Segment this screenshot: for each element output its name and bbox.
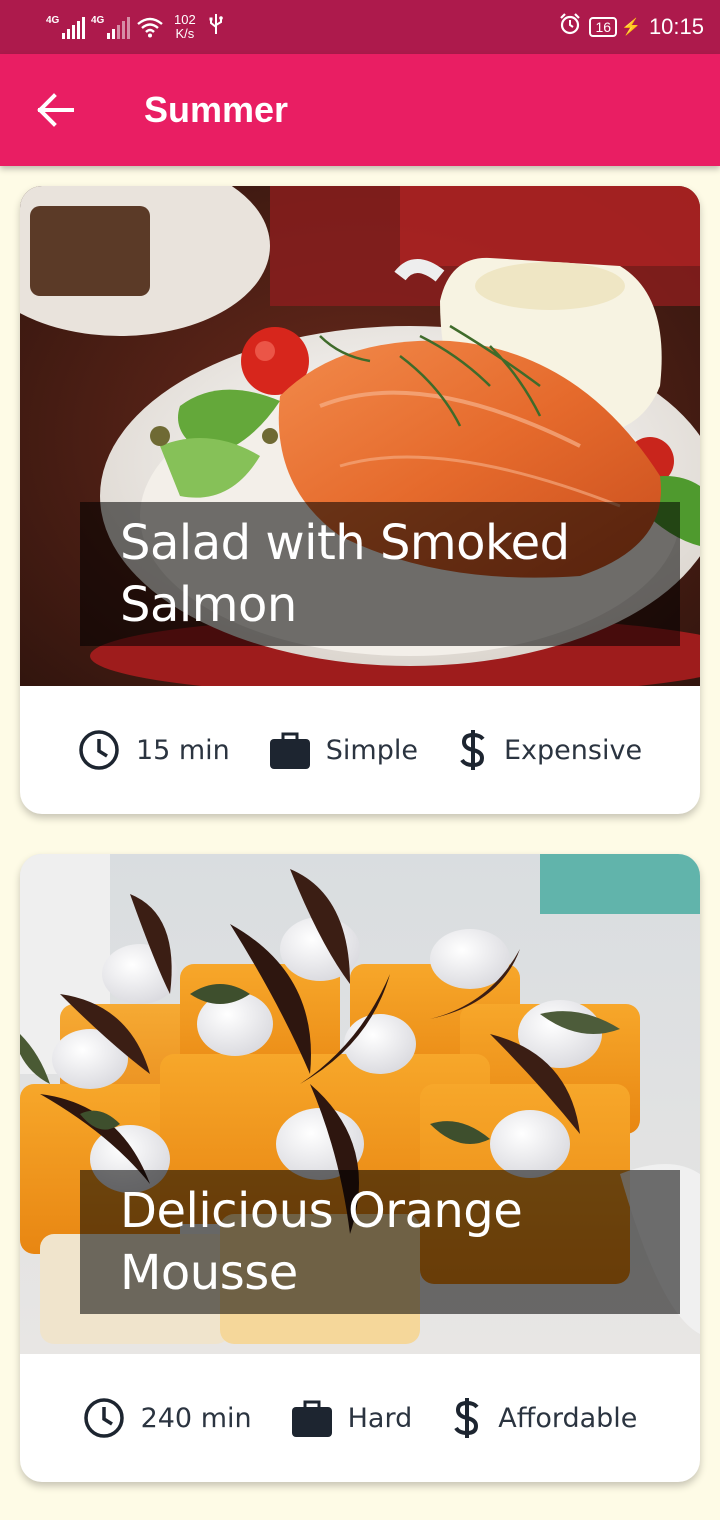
arrow-left-icon: [37, 93, 74, 127]
signal-icon-2: 4G: [91, 15, 130, 39]
duration-label: 15 min: [135, 734, 230, 766]
network-speed: 102 K/s: [174, 13, 196, 41]
recipe-title: Delicious Orange Mousse: [120, 1183, 523, 1301]
network-type-1: 4G: [46, 15, 60, 26]
alarm-icon: [559, 13, 581, 41]
speed-unit: K/s: [175, 26, 195, 41]
complexity-item: Simple: [269, 731, 418, 769]
dollar-icon: [460, 730, 485, 770]
clock-icon: [83, 1398, 124, 1438]
recipe-image-salmon-salad: Salad with Smoked Salmon: [20, 186, 700, 686]
complexity-label: Hard: [347, 1402, 413, 1434]
app-bar: Summer: [0, 54, 720, 166]
speed-value: 102: [174, 12, 196, 27]
briefcase-icon: [291, 1400, 332, 1437]
briefcase-icon: [269, 732, 310, 769]
back-button[interactable]: [32, 88, 80, 132]
recipe-card[interactable]: Salad with Smoked Salmon 15 min Simple E…: [20, 186, 700, 814]
clock-time: 10:15: [648, 14, 704, 39]
recipe-card[interactable]: Delicious Orange Mousse 240 min Hard Aff…: [20, 854, 700, 1482]
battery-icon: 16: [589, 17, 618, 37]
complexity-item: Hard: [291, 1399, 413, 1437]
duration-item: 15 min: [78, 729, 230, 771]
affordability-label: Expensive: [504, 734, 643, 766]
affordability-item: Expensive: [458, 729, 642, 771]
affordability-item: Affordable: [452, 1397, 637, 1439]
status-bar: 4G 4G 102 K/s 16 ⚡ 10:15: [0, 0, 720, 54]
affordability-label: Affordable: [498, 1402, 638, 1434]
status-left: 4G 4G 102 K/s: [46, 10, 224, 44]
complexity-label: Simple: [325, 734, 418, 766]
recipe-title-overlay: Delicious Orange Mousse: [80, 1170, 680, 1314]
status-right: 16 ⚡ 10:15: [559, 10, 704, 44]
wifi-icon: [136, 16, 164, 38]
clock-icon: [79, 730, 119, 770]
recipe-meta-row: 15 min Simple Expensive: [20, 686, 700, 814]
recipe-title-overlay: Salad with Smoked Salmon: [80, 502, 680, 646]
network-type-2: 4G: [91, 15, 105, 26]
dollar-icon: [454, 1398, 479, 1438]
page-title: Summer: [144, 89, 289, 130]
recipe-title: Salad with Smoked Salmon: [120, 515, 570, 633]
recipe-image-orange-mousse: Delicious Orange Mousse: [20, 854, 700, 1354]
charging-icon: ⚡: [621, 19, 641, 36]
signal-icon: 4G: [46, 15, 85, 39]
usb-icon: [208, 13, 224, 41]
duration-item: 240 min: [83, 1397, 252, 1439]
duration-label: 240 min: [140, 1402, 252, 1434]
recipe-meta-row: 240 min Hard Affordable: [20, 1354, 700, 1482]
